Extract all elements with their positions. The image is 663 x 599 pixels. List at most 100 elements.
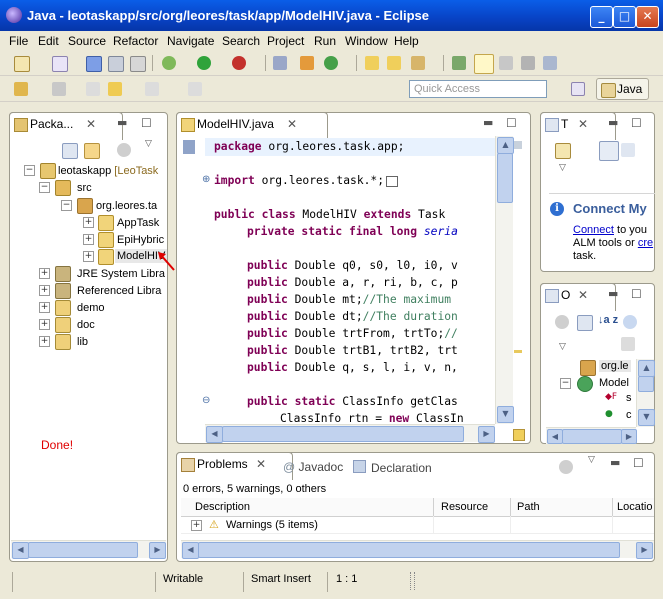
expand-toggle[interactable]: +: [39, 336, 50, 347]
menu-help[interactable]: Help: [394, 34, 419, 48]
code-line[interactable]: public Double q0, s0, l0, i0, v: [247, 259, 458, 272]
fold-expand-icon[interactable]: ⊕: [202, 174, 210, 185]
scheduled-icon[interactable]: [621, 143, 635, 157]
connect-link[interactable]: Connect: [573, 224, 614, 236]
code-line[interactable]: public Double mt;//The maximum: [247, 293, 451, 306]
new-icon[interactable]: [14, 56, 30, 72]
tree-item-demo[interactable]: demo: [77, 302, 105, 314]
tab-problems[interactable]: Problems ✕: [176, 452, 293, 480]
collapse-toggle[interactable]: −: [39, 182, 50, 193]
open-perspective-icon[interactable]: [571, 82, 585, 96]
tab-outline[interactable]: O ✕: [540, 283, 616, 311]
code-line[interactable]: public Double dt;//The duration: [247, 310, 458, 323]
save-all-icon[interactable]: [108, 56, 124, 72]
minimize-icon[interactable]: ▬: [608, 287, 618, 300]
warning-marker[interactable]: [514, 350, 522, 353]
new-project-icon[interactable]: [52, 56, 68, 72]
save-icon[interactable]: [86, 56, 102, 72]
outline-item-class[interactable]: Model: [599, 377, 629, 389]
menu-run[interactable]: Run: [314, 34, 336, 48]
close-tab-icon[interactable]: ✕: [578, 117, 588, 131]
tree-item-doc[interactable]: doc: [77, 319, 95, 331]
close-button[interactable]: ✕: [636, 6, 659, 28]
tab-task-list[interactable]: T ✕: [540, 112, 616, 140]
maximize-icon[interactable]: ☐: [631, 287, 642, 301]
menu-source[interactable]: Source: [68, 34, 106, 48]
close-tab-icon[interactable]: ✕: [287, 117, 297, 131]
run-icon[interactable]: [197, 56, 211, 70]
expand-toggle[interactable]: +: [83, 217, 94, 228]
code-line[interactable]: import org.leores.task.*;: [214, 174, 398, 187]
chevron-down-icon[interactable]: ▽: [588, 455, 595, 465]
vertical-scrollbar[interactable]: ▲ ▼: [495, 136, 514, 424]
pin-editor-icon[interactable]: [188, 82, 202, 96]
minimize-button[interactable]: _: [590, 6, 613, 28]
tab-modelhiv-java[interactable]: ModelHIV.java ✕: [176, 112, 328, 140]
expand-toggle[interactable]: +: [83, 234, 94, 245]
tab-javadoc[interactable]: @ Javadoc: [283, 460, 343, 474]
debug-icon[interactable]: [162, 56, 176, 70]
close-tab-icon[interactable]: ✕: [86, 117, 96, 131]
code-line[interactable]: public Double trtFrom, trtTo;//: [247, 327, 458, 340]
sort-icon[interactable]: ↓a z: [598, 314, 618, 326]
expand-toggle[interactable]: +: [191, 520, 202, 531]
tab-package-explorer[interactable]: Packa... ✕: [9, 112, 123, 140]
toggle-mark-occurrences-icon[interactable]: [452, 56, 466, 70]
expand-toggle[interactable]: +: [39, 302, 50, 313]
column-description[interactable]: Description: [195, 501, 250, 513]
skip-breakpoints-icon[interactable]: [273, 56, 287, 70]
outline-item-package[interactable]: org.le: [599, 360, 631, 372]
tree-item-apptask[interactable]: AppTask: [117, 217, 159, 229]
open-type-icon[interactable]: [365, 56, 379, 70]
collapse-toggle[interactable]: −: [560, 378, 571, 389]
expand-toggle[interactable]: +: [39, 285, 50, 296]
back-icon[interactable]: [108, 82, 122, 96]
code-line[interactable]: public Double trtB1, trtB2, trt: [247, 344, 458, 357]
chevron-down-icon[interactable]: ▽: [559, 163, 566, 173]
chevron-down-icon[interactable]: ▽: [559, 342, 566, 352]
view-menu-icon[interactable]: [117, 143, 131, 157]
link-with-editor-icon[interactable]: [84, 143, 100, 159]
collapse-toggle[interactable]: −: [61, 200, 72, 211]
previous-annotation-icon[interactable]: [52, 82, 66, 96]
code-line[interactable]: public static ClassInfo getClas: [247, 395, 458, 408]
close-tab-icon[interactable]: ✕: [256, 457, 266, 471]
maximize-icon[interactable]: ☐: [633, 456, 644, 470]
minimize-icon[interactable]: ▬: [117, 116, 127, 129]
code-line[interactable]: public Double q, s, l, i, v, n,: [247, 361, 458, 374]
menu-navigate[interactable]: Navigate: [167, 34, 214, 48]
tree-item-project[interactable]: leotaskapp [LeoTask: [58, 165, 158, 177]
close-tab-icon[interactable]: ✕: [578, 288, 588, 302]
open-task-icon[interactable]: [387, 56, 401, 70]
menu-search[interactable]: Search: [222, 34, 260, 48]
horizontal-scrollbar[interactable]: ◀ ▶: [11, 540, 166, 559]
menu-file[interactable]: File: [9, 34, 28, 48]
hide-fields-icon[interactable]: [623, 315, 637, 329]
tree-item-package[interactable]: org.leores.ta: [96, 200, 157, 212]
expand-toggle[interactable]: +: [39, 268, 50, 279]
code-line[interactable]: package org.leores.task.app;: [214, 140, 404, 153]
search-icon[interactable]: [411, 56, 425, 70]
tab-declaration[interactable]: Declaration: [353, 460, 432, 475]
code-line[interactable]: public class ModelHIV extends Task: [214, 208, 445, 221]
column-resource[interactable]: Resource: [441, 501, 488, 513]
new-task-icon[interactable]: [555, 143, 571, 159]
table-row[interactable]: + ⚠ Warnings (5 items): [181, 516, 654, 534]
menu-edit[interactable]: Edit: [38, 34, 59, 48]
tree-item-jre[interactable]: JRE System Libra: [77, 268, 165, 280]
expand-toggle[interactable]: +: [39, 319, 50, 330]
tree-item-lib[interactable]: lib: [77, 336, 88, 348]
run-external-icon[interactable]: [232, 56, 246, 70]
minimize-icon[interactable]: ▬: [610, 456, 620, 469]
collapse-all-icon[interactable]: [62, 143, 78, 159]
column-location[interactable]: Locatio: [617, 501, 652, 513]
last-edit-icon[interactable]: [86, 82, 100, 96]
vertical-scrollbar[interactable]: ▲ ▼: [636, 359, 655, 427]
menu-window[interactable]: Window: [345, 34, 388, 48]
code-line[interactable]: private static final long seria: [247, 225, 458, 238]
horizontal-scrollbar[interactable]: ◀ ▶: [546, 427, 637, 444]
code-line[interactable]: public Double a, r, ri, b, c, p: [247, 276, 458, 289]
word-wrap-icon[interactable]: [499, 56, 513, 70]
collapse-all-icon[interactable]: [577, 315, 593, 331]
warning-summary-icon[interactable]: [513, 429, 525, 441]
